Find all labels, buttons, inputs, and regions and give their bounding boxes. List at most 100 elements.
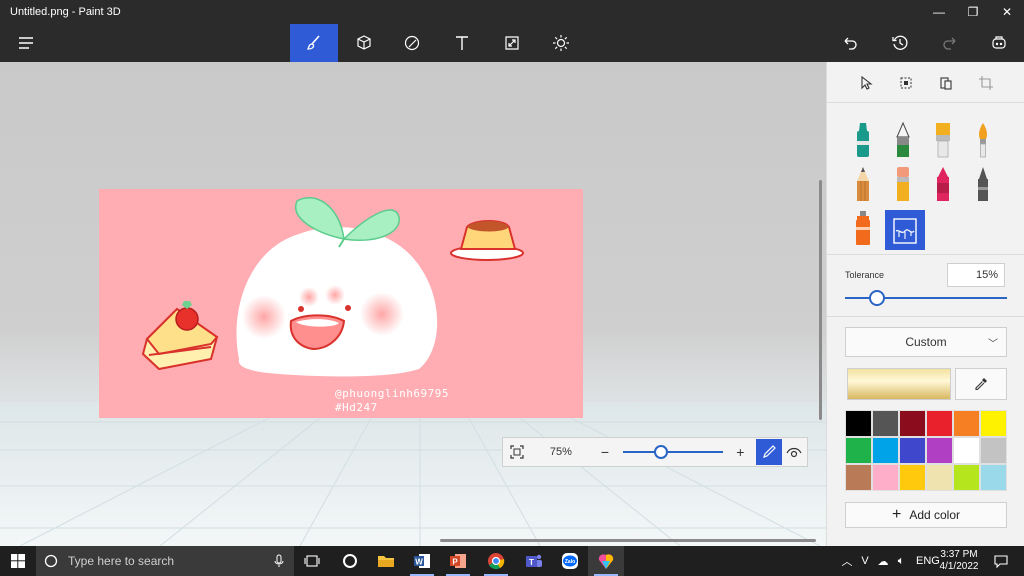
palette-swatch[interactable] <box>953 437 980 464</box>
paste-icon <box>940 77 952 90</box>
close-button[interactable]: ✕ <box>990 0 1024 24</box>
zoom-slider-track <box>622 451 723 453</box>
pixel-pen-brush[interactable] <box>963 164 1003 204</box>
powerpoint-app[interactable]: P <box>440 546 476 576</box>
palette-swatch[interactable] <box>953 464 980 491</box>
text-icon <box>456 36 468 50</box>
system-clock[interactable]: 3:37 PM 4/1/2022 <box>936 549 982 573</box>
minus-icon: − <box>600 444 610 460</box>
oil-brush[interactable] <box>923 120 963 160</box>
chevron-up-icon[interactable]: ︿ <box>838 553 856 569</box>
onedrive-icon[interactable]: ☁ <box>874 555 892 568</box>
palette-swatch[interactable] <box>899 410 926 437</box>
task-view-button[interactable] <box>294 546 330 576</box>
mixed-reality-button[interactable] <box>975 24 1023 62</box>
crayon-icon <box>937 167 949 201</box>
cortana-button[interactable] <box>332 546 368 576</box>
palette-swatch[interactable] <box>845 437 872 464</box>
canvas-tool-button[interactable] <box>488 24 536 62</box>
palette-swatch[interactable] <box>845 410 872 437</box>
zoom-out-button[interactable]: − <box>591 438 618 466</box>
horizontal-scrollbar[interactable] <box>440 539 816 542</box>
palette-swatch[interactable] <box>872 410 899 437</box>
zoom-slider-thumb[interactable] <box>654 445 669 459</box>
color-mode-dropdown[interactable]: Custom ﹀ <box>845 327 1007 357</box>
plus-icon: + <box>736 444 745 460</box>
brush-icon <box>306 35 320 50</box>
menu-button[interactable] <box>2 24 50 62</box>
title-bar: Untitled.png - Paint 3D — ❐ ✕ <box>0 0 1024 24</box>
paste-button[interactable] <box>937 74 955 92</box>
crop-select-icon <box>900 77 912 89</box>
vertical-scrollbar[interactable] <box>819 180 822 420</box>
brushes-tool-button[interactable] <box>290 24 338 62</box>
undo-button[interactable] <box>826 24 874 62</box>
watercolor-brush[interactable] <box>963 120 1003 160</box>
canvas-workspace[interactable]: @phuonglinh69795 #Hd247 <box>0 62 826 546</box>
crayon-brush[interactable] <box>923 164 963 204</box>
taskbar-search[interactable]: Type here to search <box>36 546 294 576</box>
zoom-percent: 75% <box>549 446 572 458</box>
fit-to-screen-button[interactable] <box>503 438 530 466</box>
zalo-app[interactable]: Zalo <box>552 546 588 576</box>
palette-swatch[interactable] <box>926 410 953 437</box>
drawing-canvas[interactable]: @phuonglinh69795 #Hd247 <box>99 189 583 418</box>
palette-swatch[interactable] <box>926 437 953 464</box>
draw-mode-button[interactable] <box>756 439 782 465</box>
paint-3d-app[interactable] <box>588 546 624 576</box>
tolerance-slider-thumb[interactable] <box>869 290 886 306</box>
start-button[interactable] <box>0 546 36 576</box>
vpn-icon[interactable]: V <box>856 555 874 567</box>
marker-brush[interactable] <box>843 120 883 160</box>
pudding-sticker <box>450 220 524 261</box>
add-color-button[interactable]: + Add color <box>845 502 1007 528</box>
redo-button[interactable] <box>926 24 974 62</box>
spray-can-brush[interactable] <box>843 208 883 248</box>
paint-3d-icon <box>598 554 614 569</box>
maximize-button[interactable]: ❐ <box>956 0 990 24</box>
palette-swatch[interactable] <box>980 464 1007 491</box>
crop-icon <box>979 76 993 90</box>
cortana-icon <box>343 554 357 568</box>
sun-icon <box>553 35 569 51</box>
zoom-slider[interactable] <box>619 438 727 466</box>
mixed-reality-icon <box>992 36 1006 49</box>
3d-shapes-tool-button[interactable] <box>340 24 388 62</box>
word-app[interactable]: W <box>404 546 440 576</box>
chrome-app[interactable] <box>478 546 514 576</box>
area-select-button[interactable] <box>897 74 915 92</box>
view-mode-button[interactable] <box>782 439 808 465</box>
text-tool-button[interactable] <box>438 24 486 62</box>
current-color-swatch[interactable] <box>847 368 951 400</box>
cube-icon <box>357 35 371 50</box>
palette-swatch[interactable] <box>899 464 926 491</box>
palette-swatch[interactable] <box>926 464 953 491</box>
palette-swatch[interactable] <box>899 437 926 464</box>
calligraphy-pen-brush[interactable] <box>883 120 923 160</box>
fill-brush[interactable] <box>885 210 925 250</box>
palette-swatch[interactable] <box>980 437 1007 464</box>
eyedropper-button[interactable] <box>955 368 1007 400</box>
history-button[interactable] <box>876 24 924 62</box>
tolerance-input[interactable]: 15% <box>947 263 1005 287</box>
palette-swatch[interactable] <box>980 410 1007 437</box>
palette-swatch[interactable] <box>845 464 872 491</box>
color-mode-label: Custom <box>905 335 947 349</box>
palette-swatch[interactable] <box>872 437 899 464</box>
effects-tool-button[interactable] <box>537 24 585 62</box>
palette-swatch[interactable] <box>872 464 899 491</box>
zoom-in-button[interactable]: + <box>727 438 754 466</box>
crop-button[interactable] <box>977 74 995 92</box>
pencil-brush[interactable] <box>843 164 883 204</box>
minimize-button[interactable]: — <box>922 0 956 24</box>
file-explorer-app[interactable] <box>368 546 404 576</box>
svg-text:P: P <box>452 558 458 567</box>
workspace-floor <box>0 401 826 546</box>
eraser-brush[interactable] <box>883 164 923 204</box>
notifications-button[interactable] <box>986 546 1016 576</box>
teams-app[interactable]: T <box>516 546 552 576</box>
stickers-tool-button[interactable] <box>388 24 436 62</box>
select-button[interactable] <box>857 74 875 92</box>
volume-icon[interactable]: 🔈︎ <box>892 555 910 568</box>
palette-swatch[interactable] <box>953 410 980 437</box>
